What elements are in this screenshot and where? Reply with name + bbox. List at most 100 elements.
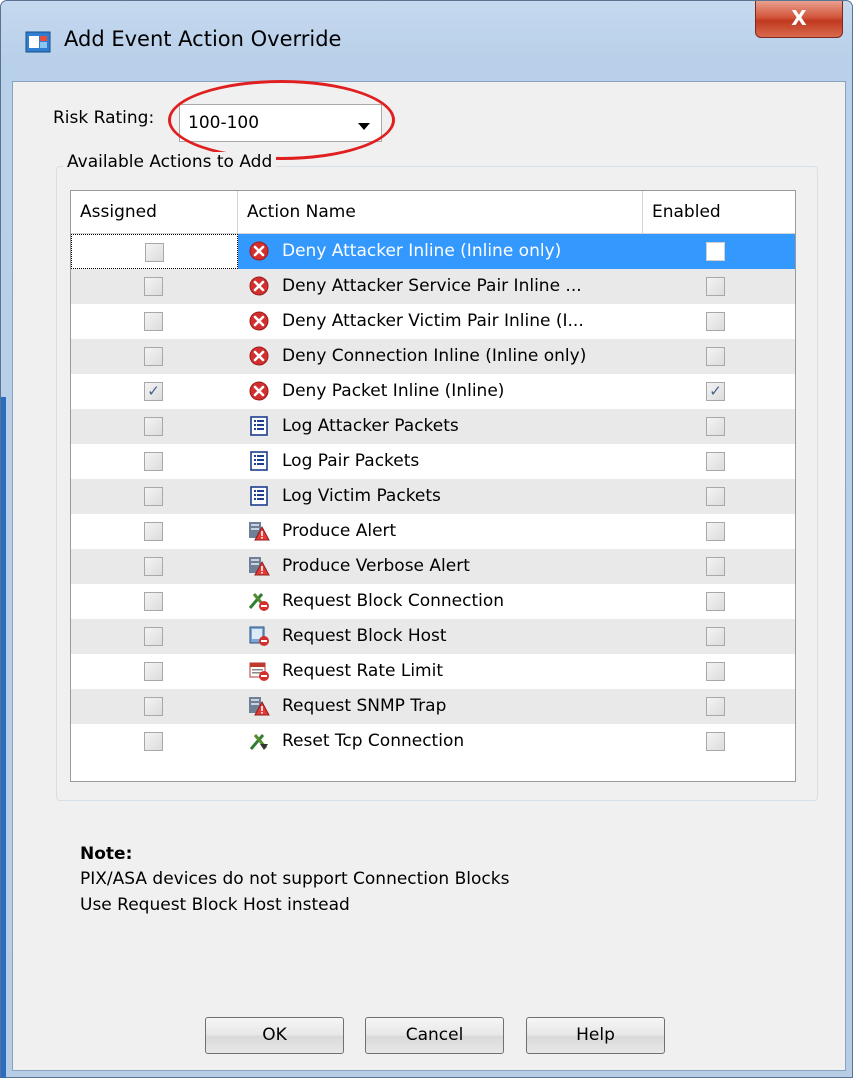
assigned-checkbox[interactable]	[145, 243, 164, 262]
enabled-checkbox[interactable]	[706, 347, 725, 366]
action-name-cell[interactable]: Deny Attacker Victim Pair Inline (I...	[238, 304, 643, 339]
table-row[interactable]: Deny Attacker Victim Pair Inline (I...	[71, 304, 795, 339]
action-name-cell[interactable]: Deny Packet Inline (Inline)	[238, 374, 643, 409]
action-name-cell[interactable]: Produce Alert	[238, 514, 643, 549]
assigned-checkbox[interactable]	[144, 347, 163, 366]
table-row[interactable]: Request Block Connection	[71, 584, 795, 619]
enabled-checkbox[interactable]	[706, 487, 725, 506]
table-row[interactable]: Request Rate Limit	[71, 654, 795, 689]
enabled-checkbox[interactable]	[706, 242, 725, 261]
title-bar[interactable]: Add Event Action Override X	[1, 1, 852, 81]
enabled-cell	[643, 584, 795, 619]
assigned-checkbox[interactable]	[144, 277, 163, 296]
enabled-checkbox[interactable]	[706, 277, 725, 296]
table-row[interactable]: Log Pair Packets	[71, 444, 795, 479]
cancel-button[interactable]: Cancel	[365, 1017, 504, 1054]
column-header-action-name[interactable]: Action Name	[238, 191, 643, 234]
group-title: Available Actions to Add	[63, 152, 277, 172]
reset-connection-icon	[248, 730, 270, 752]
assigned-checkbox[interactable]	[144, 557, 163, 576]
enabled-checkbox[interactable]	[706, 522, 725, 541]
enabled-checkbox[interactable]	[706, 662, 725, 681]
enabled-checkbox[interactable]: ✓	[706, 382, 725, 401]
table-row[interactable]: Request Block Host	[71, 619, 795, 654]
action-name-label: Log Victim Packets	[282, 486, 441, 506]
assigned-cell	[71, 689, 238, 724]
assigned-checkbox[interactable]	[144, 452, 163, 471]
enabled-checkbox[interactable]	[706, 627, 725, 646]
assigned-cell	[71, 549, 238, 584]
column-header-assigned[interactable]: Assigned	[71, 191, 238, 234]
action-name-cell[interactable]: Request Block Connection	[238, 584, 643, 619]
enabled-cell	[643, 514, 795, 549]
table-row[interactable]: ✓ Deny Packet Inline (Inline) ✓	[71, 374, 795, 409]
table-row[interactable]: Request SNMP Trap	[71, 689, 795, 724]
table-row[interactable]: Log Attacker Packets	[71, 409, 795, 444]
ok-button[interactable]: OK	[205, 1017, 344, 1054]
rate-limit-icon	[248, 660, 270, 682]
enabled-cell	[643, 479, 795, 514]
action-name-cell[interactable]: Deny Connection Inline (Inline only)	[238, 339, 643, 374]
enabled-checkbox[interactable]	[706, 557, 725, 576]
assigned-checkbox[interactable]: ✓	[144, 382, 163, 401]
assigned-checkbox[interactable]	[144, 487, 163, 506]
enabled-cell	[643, 619, 795, 654]
column-header-enabled[interactable]: Enabled	[643, 191, 795, 234]
table-row[interactable]: Produce Alert	[71, 514, 795, 549]
action-name-cell[interactable]: Deny Attacker Service Pair Inline ...	[238, 269, 643, 304]
action-name-label: Deny Attacker Inline (Inline only)	[282, 241, 562, 261]
window-edge	[1, 397, 6, 1078]
enabled-cell	[643, 724, 795, 759]
assigned-checkbox[interactable]	[144, 417, 163, 436]
assigned-checkbox[interactable]	[144, 522, 163, 541]
action-name-cell[interactable]: Log Pair Packets	[238, 444, 643, 479]
action-name-label: Produce Alert	[282, 521, 397, 541]
enabled-checkbox[interactable]	[706, 592, 725, 611]
action-name-label: Deny Attacker Service Pair Inline ...	[282, 276, 582, 296]
enabled-checkbox[interactable]	[706, 312, 725, 331]
assigned-checkbox[interactable]	[144, 312, 163, 331]
action-name-cell[interactable]: Request Rate Limit	[238, 654, 643, 689]
action-name-cell[interactable]: Request Block Host	[238, 619, 643, 654]
dialog-window: Add Event Action Override X Risk Rating:…	[0, 0, 853, 1078]
deny-icon	[248, 275, 270, 297]
action-name-label: Deny Packet Inline (Inline)	[282, 381, 505, 401]
assigned-checkbox[interactable]	[144, 732, 163, 751]
table-row[interactable]: Deny Connection Inline (Inline only)	[71, 339, 795, 374]
action-name-cell[interactable]: Request SNMP Trap	[238, 689, 643, 724]
help-button[interactable]: Help	[526, 1017, 665, 1054]
action-name-cell[interactable]: Log Attacker Packets	[238, 409, 643, 444]
actions-table: Assigned Action Name Enabled Deny Attack…	[70, 190, 796, 782]
enabled-checkbox[interactable]	[706, 417, 725, 436]
table-row[interactable]: Produce Verbose Alert	[71, 549, 795, 584]
assigned-checkbox[interactable]	[144, 627, 163, 646]
enabled-cell	[643, 269, 795, 304]
table-row[interactable]: Deny Attacker Inline (Inline only)	[71, 234, 795, 269]
close-button[interactable]: X	[755, 1, 843, 38]
log-icon	[248, 485, 270, 507]
table-row[interactable]: Deny Attacker Service Pair Inline ...	[71, 269, 795, 304]
assigned-cell	[71, 444, 238, 479]
action-name-cell[interactable]: Reset Tcp Connection	[238, 724, 643, 759]
enabled-checkbox[interactable]	[706, 452, 725, 471]
action-name-label: Request Rate Limit	[282, 661, 443, 681]
action-name-label: Deny Attacker Victim Pair Inline (I...	[282, 311, 584, 331]
action-name-label: Deny Connection Inline (Inline only)	[282, 346, 587, 366]
enabled-checkbox[interactable]	[706, 732, 725, 751]
assigned-cell	[71, 339, 238, 374]
note-line: PIX/ASA devices do not support Connectio…	[80, 869, 510, 889]
action-name-cell[interactable]: Produce Verbose Alert	[238, 549, 643, 584]
action-name-cell[interactable]: Log Victim Packets	[238, 479, 643, 514]
enabled-cell	[643, 234, 795, 269]
assigned-cell	[71, 269, 238, 304]
assigned-checkbox[interactable]	[144, 697, 163, 716]
table-row[interactable]: Log Victim Packets	[71, 479, 795, 514]
enabled-checkbox[interactable]	[706, 697, 725, 716]
assigned-cell	[71, 654, 238, 689]
assigned-checkbox[interactable]	[144, 662, 163, 681]
assigned-cell	[71, 479, 238, 514]
action-name-cell[interactable]: Deny Attacker Inline (Inline only)	[238, 234, 643, 269]
assigned-checkbox[interactable]	[144, 592, 163, 611]
table-row[interactable]: Reset Tcp Connection	[71, 724, 795, 759]
assigned-cell	[71, 304, 238, 339]
